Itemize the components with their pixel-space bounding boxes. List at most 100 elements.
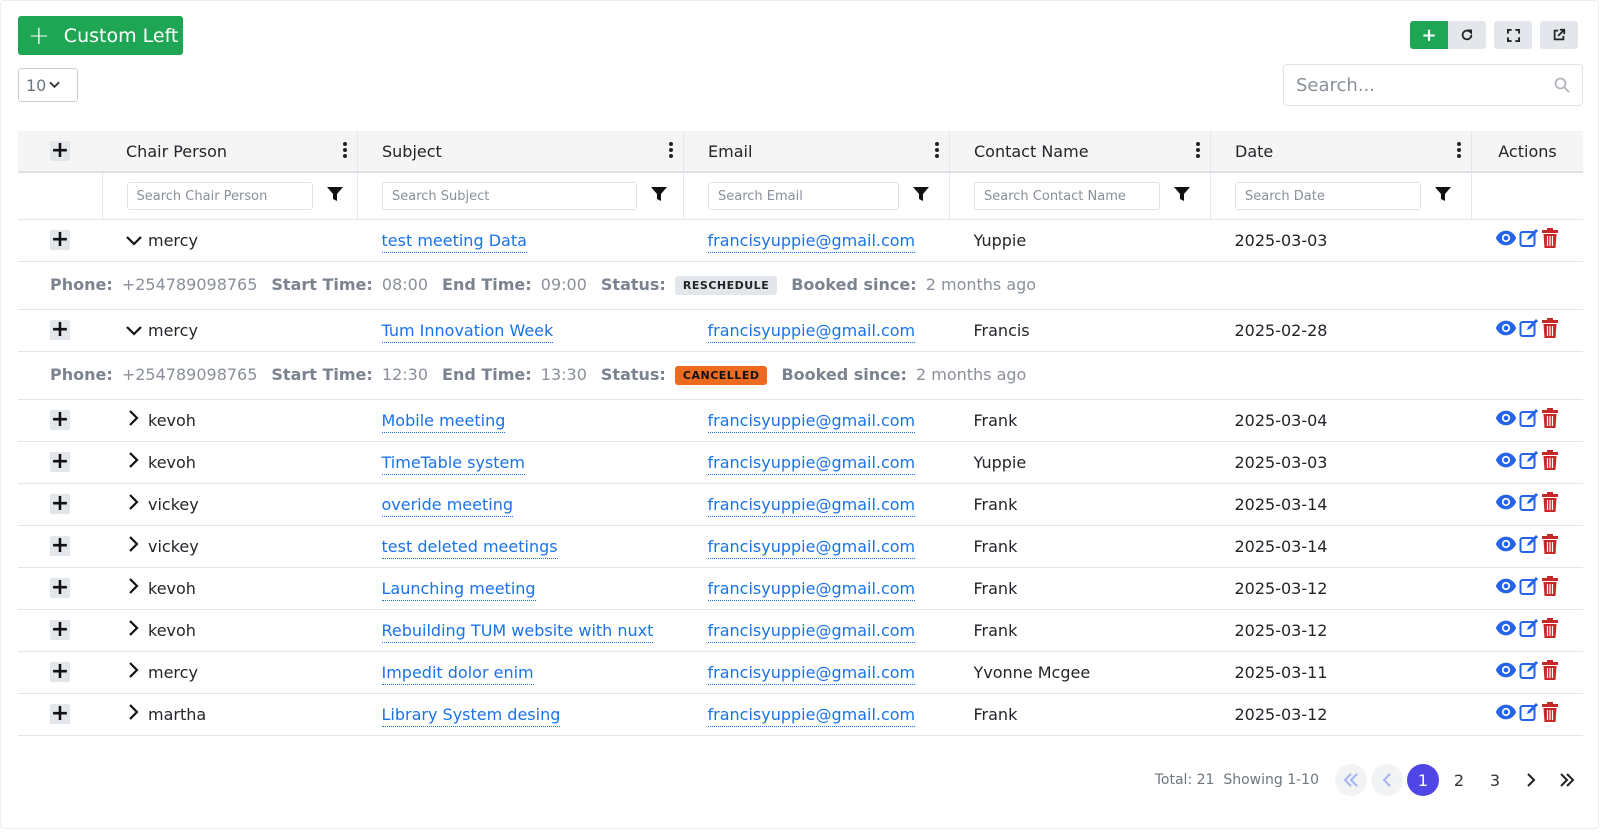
filter-icon[interactable]	[913, 186, 929, 206]
filter-icon[interactable]	[1174, 186, 1190, 206]
expand-row-button[interactable]: +	[50, 493, 70, 515]
expand-row-button[interactable]: +	[50, 661, 70, 683]
filter-chair-person-input[interactable]: Search Chair Person	[126, 181, 313, 210]
delete-icon[interactable]	[1541, 450, 1559, 474]
view-icon[interactable]	[1495, 451, 1517, 473]
view-icon[interactable]	[1495, 619, 1517, 641]
view-icon[interactable]	[1495, 577, 1517, 599]
table-row[interactable]: + vickey test deleted meetings francisyuppi…	[18, 525, 1583, 567]
chevron-right-icon[interactable]	[126, 662, 142, 682]
chevron-right-icon[interactable]	[126, 410, 142, 430]
global-search-input[interactable]: Search...	[1283, 64, 1583, 106]
delete-icon[interactable]	[1541, 534, 1559, 558]
view-icon[interactable]	[1495, 661, 1517, 683]
email-link[interactable]: francisyuppie@gmail.com	[707, 452, 916, 475]
prev-page-button[interactable]	[1371, 764, 1403, 796]
view-icon[interactable]	[1495, 535, 1517, 557]
delete-icon[interactable]	[1541, 702, 1559, 726]
email-link[interactable]: francisyuppie@gmail.com	[707, 320, 916, 343]
table-row[interactable]: + kevoh TimeTable system francisyuppie@gmai…	[18, 441, 1583, 483]
subject-link[interactable]: Rebuilding TUM website with nuxt	[381, 620, 654, 643]
edit-icon[interactable]	[1519, 450, 1539, 474]
delete-icon[interactable]	[1541, 228, 1559, 252]
add-row-button[interactable]: +	[1410, 21, 1448, 49]
filter-email-input[interactable]: Search Email	[708, 181, 899, 210]
table-row[interactable]: + kevoh Launching meeting francisyuppie@gma…	[18, 567, 1583, 609]
chevron-right-icon[interactable]	[126, 578, 142, 598]
subject-link[interactable]: Mobile meeting	[381, 410, 506, 433]
edit-icon[interactable]	[1519, 534, 1539, 558]
edit-icon[interactable]	[1519, 618, 1539, 642]
first-page-button[interactable]	[1335, 764, 1367, 796]
view-icon[interactable]	[1495, 703, 1517, 725]
chevron-right-icon[interactable]	[126, 620, 142, 640]
table-row[interactable]: + kevoh Rebuilding TUM website with nuxt fr…	[18, 609, 1583, 651]
edit-icon[interactable]	[1519, 702, 1539, 726]
filter-icon[interactable]	[651, 186, 667, 206]
subject-link[interactable]: test meeting Data	[381, 230, 527, 253]
edit-icon[interactable]	[1519, 492, 1539, 516]
col-chair-person[interactable]: Chair Person	[102, 131, 358, 172]
subject-link[interactable]: Tum Innovation Week	[381, 320, 554, 343]
expand-all-header[interactable]: +	[18, 131, 102, 172]
col-contact-name[interactable]: Contact Name	[949, 131, 1211, 172]
edit-icon[interactable]	[1519, 228, 1539, 252]
page-3-button[interactable]: 3	[1479, 764, 1511, 796]
email-link[interactable]: francisyuppie@gmail.com	[707, 410, 916, 433]
delete-icon[interactable]	[1541, 618, 1559, 642]
chevron-right-icon[interactable]	[126, 452, 142, 472]
filter-date-input[interactable]: Search Date	[1235, 181, 1421, 210]
table-row[interactable]: + vickey overide meeting francisyuppie@gmai…	[18, 483, 1583, 525]
delete-icon[interactable]	[1541, 492, 1559, 516]
edit-icon[interactable]	[1519, 318, 1539, 342]
expand-row-button[interactable]: +	[50, 319, 70, 341]
view-icon[interactable]	[1495, 229, 1517, 251]
filter-icon[interactable]	[1435, 186, 1451, 206]
expand-row-button[interactable]: +	[50, 535, 70, 557]
expand-row-button[interactable]: +	[50, 229, 70, 251]
expand-row-button[interactable]: +	[50, 451, 70, 473]
view-icon[interactable]	[1495, 493, 1517, 515]
subject-link[interactable]: Impedit dolor enim	[381, 662, 534, 685]
subject-link[interactable]: overide meeting	[381, 494, 513, 517]
email-link[interactable]: francisyuppie@gmail.com	[707, 662, 916, 685]
delete-icon[interactable]	[1541, 408, 1559, 432]
table-row[interactable]: + martha Library System desing francisyuppi…	[18, 693, 1583, 735]
next-page-button[interactable]	[1515, 764, 1547, 796]
table-row[interactable]: + mercy Tum Innovation Week francisyuppie@g…	[18, 309, 1583, 351]
edit-icon[interactable]	[1519, 408, 1539, 432]
subject-link[interactable]: Launching meeting	[381, 578, 536, 601]
chevron-right-icon[interactable]	[126, 704, 142, 724]
expand-row-button[interactable]: +	[50, 409, 70, 431]
chevron-right-icon[interactable]	[126, 494, 142, 514]
custom-left-button[interactable]: + Custom Left	[18, 16, 183, 55]
chevron-right-icon[interactable]	[126, 536, 142, 556]
filter-icon[interactable]	[326, 186, 343, 206]
view-icon[interactable]	[1495, 319, 1517, 341]
last-page-button[interactable]	[1551, 764, 1583, 796]
page-size-select[interactable]: 10	[18, 68, 78, 102]
column-menu-icon[interactable]	[1457, 142, 1461, 160]
col-date[interactable]: Date	[1210, 131, 1472, 172]
delete-icon[interactable]	[1541, 576, 1559, 600]
table-row[interactable]: + kevoh Mobile meeting francisyuppie@gmail.…	[18, 399, 1583, 441]
email-link[interactable]: francisyuppie@gmail.com	[707, 494, 916, 517]
column-menu-icon[interactable]	[935, 142, 939, 160]
filter-subject-input[interactable]: Search Subject	[382, 181, 637, 210]
email-link[interactable]: francisyuppie@gmail.com	[707, 230, 916, 253]
edit-icon[interactable]	[1519, 660, 1539, 684]
view-icon[interactable]	[1495, 409, 1517, 431]
column-menu-icon[interactable]	[669, 142, 673, 160]
chevron-down-icon[interactable]	[126, 231, 142, 250]
subject-link[interactable]: test deleted meetings	[381, 536, 558, 559]
expand-row-button[interactable]: +	[50, 703, 70, 725]
table-row[interactable]: + mercy test meeting Data francisyuppie@gma…	[18, 219, 1583, 261]
col-subject[interactable]: Subject	[357, 131, 684, 172]
subject-link[interactable]: Library System desing	[381, 704, 561, 727]
fullscreen-button[interactable]	[1494, 21, 1532, 49]
expand-row-button[interactable]: +	[50, 577, 70, 599]
chevron-down-icon[interactable]	[126, 321, 142, 340]
export-button[interactable]	[1540, 21, 1578, 49]
email-link[interactable]: francisyuppie@gmail.com	[707, 620, 916, 643]
expand-row-button[interactable]: +	[50, 619, 70, 641]
